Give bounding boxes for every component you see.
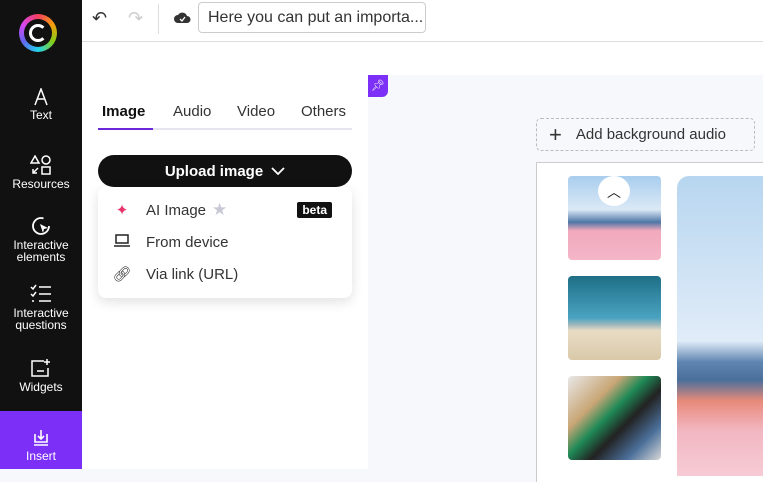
sidebar-item-interactive-questions[interactable]: Interactive questions — [0, 284, 82, 331]
media-tabs: Image Audio Video Others — [98, 103, 352, 130]
laptop-icon — [98, 233, 146, 251]
chevron-down-icon — [271, 167, 285, 175]
secondary-bar — [82, 42, 763, 75]
insert-panel: Image Audio Video Others Upload image ✦ … — [82, 75, 368, 469]
sidebar-item-label: Text — [29, 108, 52, 122]
text-icon — [34, 88, 48, 106]
upload-label: Upload image — [164, 162, 264, 180]
menu-item-via-link[interactable]: 🔗︎ Via link (URL) — [98, 259, 352, 289]
menu-item-from-device[interactable]: From device — [98, 227, 352, 257]
sidebar-item-label: Interactive elements — [13, 238, 69, 264]
menu-item-ai-image[interactable]: ✦ AI Image ★ beta — [98, 195, 352, 225]
pin-icon[interactable]: 📌︎ — [368, 75, 388, 97]
notice-input[interactable]: Here you can put an importa... — [198, 2, 426, 33]
active-tab-indicator — [98, 128, 153, 130]
upload-menu: ✦ AI Image ★ beta From device 🔗︎ Via lin… — [98, 187, 352, 298]
chevron-up-icon[interactable]: ︿ — [598, 176, 630, 206]
cloud-saved-icon — [174, 12, 191, 23]
redo-icon[interactable]: ↷ — [128, 8, 143, 29]
sidebar-item-resources[interactable]: Resources — [0, 155, 82, 190]
star-icon: ★ — [212, 200, 228, 219]
main-slide-image — [677, 176, 763, 476]
menu-item-label: Via link (URL) — [146, 265, 239, 283]
add-background-audio-button[interactable]: + Add background audio — [536, 118, 755, 151]
divider — [158, 4, 159, 34]
cursor-click-icon — [32, 217, 50, 235]
sidebar-item-label: Widgets — [19, 380, 63, 394]
sidebar: Text Resources Interactive elements Inte… — [0, 0, 82, 469]
menu-item-label: From device — [146, 233, 229, 251]
menu-item-label: AI Image — [146, 201, 207, 219]
sidebar-item-widgets[interactable]: Widgets — [0, 358, 82, 393]
tab-audio[interactable]: Audio — [173, 103, 211, 120]
slide-thumbnail[interactable] — [568, 376, 661, 460]
tab-others[interactable]: Others — [301, 103, 346, 120]
undo-icon[interactable]: ↶ — [92, 8, 107, 29]
sidebar-item-label: Interactive questions — [13, 306, 69, 332]
tab-image[interactable]: Image — [102, 103, 145, 120]
widget-add-icon — [31, 359, 50, 377]
top-toolbar: ↶ ↷ Here you can put an importa... — [82, 0, 763, 42]
slide-thumbnail[interactable] — [568, 276, 661, 360]
plus-icon: + — [549, 121, 562, 147]
tab-video[interactable]: Video — [237, 103, 275, 120]
beta-badge: beta — [297, 202, 332, 218]
add-audio-label: Add background audio — [575, 126, 726, 143]
sidebar-item-interactive-elements[interactable]: Interactive elements — [0, 216, 82, 263]
sidebar-item-text[interactable]: Text — [0, 88, 82, 121]
upload-image-button[interactable]: Upload image — [98, 155, 352, 187]
link-icon: 🔗︎ — [112, 266, 132, 283]
sidebar-item-label: Insert — [25, 449, 56, 463]
sidebar-item-label: Resources — [12, 177, 70, 191]
shapes-icon — [30, 155, 51, 175]
genially-logo[interactable] — [19, 14, 57, 52]
sidebar-item-insert[interactable]: Insert — [0, 411, 82, 469]
insert-icon — [34, 430, 48, 446]
checklist-icon — [30, 284, 51, 302]
sparkles-icon: ✦ — [115, 202, 129, 219]
